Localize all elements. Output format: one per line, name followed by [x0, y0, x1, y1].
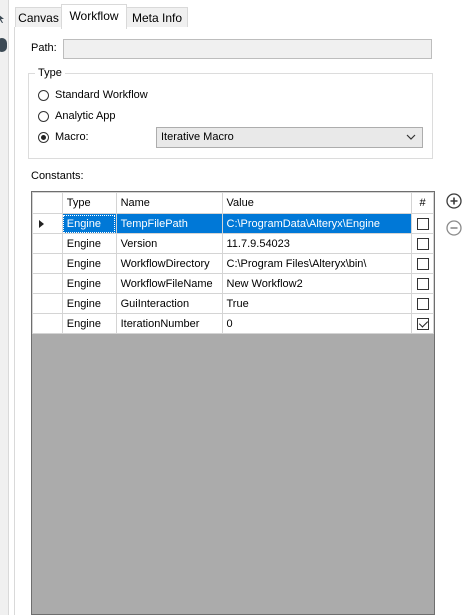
tab-canvas[interactable]: Canvas — [15, 7, 62, 28]
hash-checkbox[interactable] — [416, 237, 429, 250]
row-pointer-icon — [39, 219, 44, 228]
table-row[interactable]: Engine WorkflowFileName New Workflow2 — [32, 273, 434, 294]
column-header-type[interactable]: Type — [61, 192, 117, 214]
cell-hash — [411, 233, 434, 254]
cell-name[interactable]: GuiInteraction — [115, 293, 223, 314]
radio-button[interactable] — [38, 89, 49, 101]
dark-circle-icon[interactable] — [0, 38, 7, 52]
chevron-down-icon — [406, 134, 416, 140]
constants-grid[interactable]: Type Name Value # Engine TempFilePath C:\P… — [31, 191, 435, 615]
cell-value[interactable]: C:\Program Files\Alteryx\bin\ — [221, 253, 413, 274]
column-header-hash[interactable]: # — [411, 192, 434, 214]
radio-button-checked[interactable] — [38, 131, 49, 143]
cell-name[interactable]: WorkflowFileName — [115, 273, 223, 294]
radio-analytic-app[interactable]: Analytic App — [38, 110, 116, 122]
tab-workflow[interactable]: Workflow — [61, 4, 127, 29]
cell-name[interactable]: IterationNumber — [115, 313, 223, 334]
minus-circle-icon[interactable] — [446, 220, 462, 236]
hash-checkbox[interactable] — [416, 297, 429, 310]
table-row[interactable]: Engine TempFilePath C:\ProgramData\Alteryx… — [32, 213, 434, 234]
cell-type[interactable]: Engine — [61, 213, 117, 234]
column-header-name[interactable]: Name — [115, 192, 223, 214]
cell-name[interactable]: TempFilePath — [115, 213, 223, 234]
row-header-corner — [32, 192, 63, 214]
cell-type[interactable]: Engine — [61, 233, 117, 254]
row-header[interactable] — [32, 213, 63, 234]
cursor-icon[interactable] — [0, 14, 6, 24]
table-row[interactable]: Engine WorkflowDirectory C:\Program Files\… — [32, 253, 434, 274]
hash-checkbox[interactable] — [416, 317, 429, 330]
row-header[interactable] — [32, 313, 63, 334]
column-header-value[interactable]: Value — [221, 192, 413, 214]
dropdown-value: Iterative Macro — [161, 131, 234, 143]
hash-checkbox[interactable] — [416, 277, 429, 290]
cell-value[interactable]: 11.7.9.54023 — [221, 233, 413, 254]
row-header[interactable] — [32, 273, 63, 294]
cell-value[interactable]: New Workflow2 — [221, 273, 413, 294]
cell-value[interactable]: 0 — [221, 313, 413, 334]
constants-label: Constants: — [31, 170, 84, 182]
path-input[interactable] — [63, 39, 432, 59]
cell-value[interactable]: True — [221, 293, 413, 314]
radio-macro[interactable]: Macro: — [38, 131, 89, 143]
row-header[interactable] — [32, 293, 63, 314]
cell-hash — [411, 213, 434, 234]
cell-type[interactable]: Engine — [61, 273, 117, 294]
plus-circle-icon[interactable] — [446, 193, 462, 209]
left-toolbar-strip — [0, 0, 9, 615]
radio-label: Standard Workflow — [55, 89, 148, 101]
hash-checkbox[interactable] — [416, 217, 429, 230]
radio-standard-workflow[interactable]: Standard Workflow — [38, 89, 148, 101]
cell-hash — [411, 293, 434, 314]
hash-checkbox[interactable] — [416, 257, 429, 270]
cell-type[interactable]: Engine — [61, 293, 117, 314]
cell-hash — [411, 273, 434, 294]
cell-value[interactable]: C:\ProgramData\Alteryx\Engine — [221, 213, 413, 234]
table-row[interactable]: Engine IterationNumber 0 — [32, 313, 434, 334]
radio-label: Macro: — [55, 131, 89, 143]
row-header[interactable] — [32, 253, 63, 274]
cell-hash — [411, 253, 434, 274]
radio-button[interactable] — [38, 110, 49, 122]
tab-meta-info[interactable]: Meta Info — [126, 7, 188, 28]
cell-name[interactable]: WorkflowDirectory — [115, 253, 223, 274]
header-row: Type Name Value # — [32, 192, 434, 214]
cell-type[interactable]: Engine — [61, 313, 117, 334]
table-row[interactable]: Engine Version 11.7.9.54023 — [32, 233, 434, 254]
table-row[interactable]: Engine GuiInteraction True — [32, 293, 434, 314]
type-group-title: Type — [35, 67, 65, 79]
cell-hash — [411, 313, 434, 334]
cell-name[interactable]: Version — [115, 233, 223, 254]
macro-type-dropdown[interactable]: Iterative Macro — [156, 127, 423, 148]
row-header[interactable] — [32, 233, 63, 254]
constants-table: Type Name Value # Engine TempFilePath C:\P… — [32, 192, 434, 334]
path-label: Path: — [31, 42, 57, 54]
radio-label: Analytic App — [55, 110, 116, 122]
cell-type[interactable]: Engine — [61, 253, 117, 274]
